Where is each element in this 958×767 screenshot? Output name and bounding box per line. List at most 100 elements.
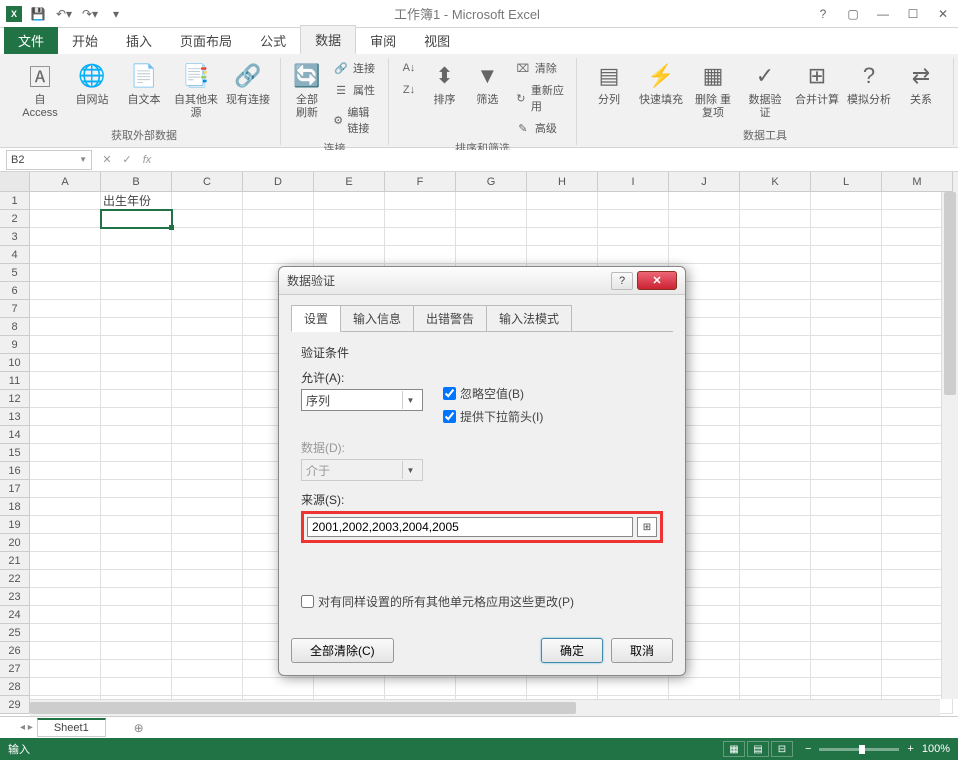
cell[interactable]	[172, 282, 243, 300]
column-header[interactable]: L	[811, 172, 882, 192]
cell[interactable]	[385, 246, 456, 264]
cell[interactable]	[30, 516, 101, 534]
cell[interactable]	[740, 480, 811, 498]
column-header[interactable]: C	[172, 172, 243, 192]
dialog-titlebar[interactable]: 数据验证 ? ✕	[279, 267, 685, 295]
cell[interactable]	[811, 300, 882, 318]
row-header[interactable]: 13	[0, 408, 30, 426]
cell[interactable]	[527, 678, 598, 696]
cell[interactable]	[101, 444, 172, 462]
cell[interactable]	[314, 210, 385, 228]
cell[interactable]	[456, 210, 527, 228]
ignore-blank-checkbox[interactable]: 忽略空值(B)	[443, 385, 543, 402]
cell[interactable]	[243, 192, 314, 210]
cell[interactable]	[172, 408, 243, 426]
sort-button[interactable]: ⬍排序	[425, 58, 464, 109]
cell[interactable]	[811, 210, 882, 228]
cell[interactable]	[811, 552, 882, 570]
cell[interactable]	[30, 444, 101, 462]
cell[interactable]	[456, 228, 527, 246]
cell[interactable]	[172, 534, 243, 552]
cell[interactable]	[740, 552, 811, 570]
column-header[interactable]: G	[456, 172, 527, 192]
view-page-break-button[interactable]: ⊟	[771, 741, 793, 757]
cell[interactable]	[740, 588, 811, 606]
sheet-nav[interactable]: ◂ ▸	[20, 722, 33, 733]
maximize-button[interactable]: ☐	[898, 0, 928, 28]
cell[interactable]	[811, 372, 882, 390]
tab-review[interactable]: 审阅	[356, 27, 410, 54]
cell[interactable]	[101, 624, 172, 642]
row-header[interactable]: 5	[0, 264, 30, 282]
zoom-thumb[interactable]	[859, 745, 865, 754]
tab-home[interactable]: 开始	[58, 27, 112, 54]
cell[interactable]	[385, 210, 456, 228]
cell[interactable]	[172, 624, 243, 642]
cell[interactable]	[30, 534, 101, 552]
cell[interactable]	[172, 660, 243, 678]
cell[interactable]	[243, 678, 314, 696]
cell[interactable]	[172, 444, 243, 462]
cell[interactable]	[101, 372, 172, 390]
cell[interactable]	[740, 642, 811, 660]
row-header[interactable]: 21	[0, 552, 30, 570]
column-header[interactable]: F	[385, 172, 456, 192]
cell[interactable]	[527, 192, 598, 210]
cell[interactable]	[740, 678, 811, 696]
ribbon-toggle-icon[interactable]: ▢	[838, 0, 868, 28]
cell[interactable]	[101, 426, 172, 444]
cell[interactable]	[740, 264, 811, 282]
cell[interactable]	[172, 570, 243, 588]
cell[interactable]	[811, 624, 882, 642]
cell[interactable]	[101, 282, 172, 300]
cell[interactable]	[740, 624, 811, 642]
save-button[interactable]: 💾	[28, 4, 48, 24]
cell[interactable]	[30, 264, 101, 282]
reapply-button[interactable]: ↻重新应用	[511, 80, 568, 116]
source-input[interactable]	[307, 517, 633, 537]
cell[interactable]	[101, 462, 172, 480]
row-header[interactable]: 28	[0, 678, 30, 696]
sheet-tab[interactable]: Sheet1	[37, 718, 106, 737]
cell[interactable]	[172, 192, 243, 210]
column-header[interactable]: H	[527, 172, 598, 192]
cell[interactable]	[30, 426, 101, 444]
cell[interactable]	[811, 444, 882, 462]
cell[interactable]	[172, 336, 243, 354]
row-header[interactable]: 18	[0, 498, 30, 516]
cell[interactable]	[314, 228, 385, 246]
cell[interactable]	[172, 372, 243, 390]
cell[interactable]	[243, 210, 314, 228]
cell[interactable]	[314, 246, 385, 264]
cell[interactable]	[598, 192, 669, 210]
row-header[interactable]: 27	[0, 660, 30, 678]
cell[interactable]	[527, 246, 598, 264]
cell[interactable]	[740, 246, 811, 264]
cell[interactable]	[101, 390, 172, 408]
row-header[interactable]: 2	[0, 210, 30, 228]
cell[interactable]	[172, 588, 243, 606]
from-web-button[interactable]: 🌐自网站	[68, 58, 116, 109]
cell[interactable]	[314, 678, 385, 696]
view-normal-button[interactable]: ▦	[723, 741, 745, 757]
tab-ime-mode[interactable]: 输入法模式	[486, 305, 572, 332]
row-header[interactable]: 4	[0, 246, 30, 264]
row-header[interactable]: 7	[0, 300, 30, 318]
properties-button[interactable]: ☰属性	[329, 80, 380, 100]
cell[interactable]	[101, 660, 172, 678]
cell[interactable]	[30, 408, 101, 426]
relationships-button[interactable]: ⇄关系	[897, 58, 945, 109]
cell[interactable]	[669, 228, 740, 246]
qat-customize[interactable]: ▾	[106, 4, 126, 24]
cell[interactable]	[30, 390, 101, 408]
cell[interactable]	[811, 426, 882, 444]
cell[interactable]	[811, 516, 882, 534]
cell[interactable]	[740, 570, 811, 588]
cell[interactable]	[385, 678, 456, 696]
column-header[interactable]: B	[101, 172, 172, 192]
cell[interactable]	[30, 624, 101, 642]
cell[interactable]	[101, 246, 172, 264]
cell[interactable]	[30, 354, 101, 372]
cell[interactable]	[669, 210, 740, 228]
cell[interactable]	[811, 678, 882, 696]
